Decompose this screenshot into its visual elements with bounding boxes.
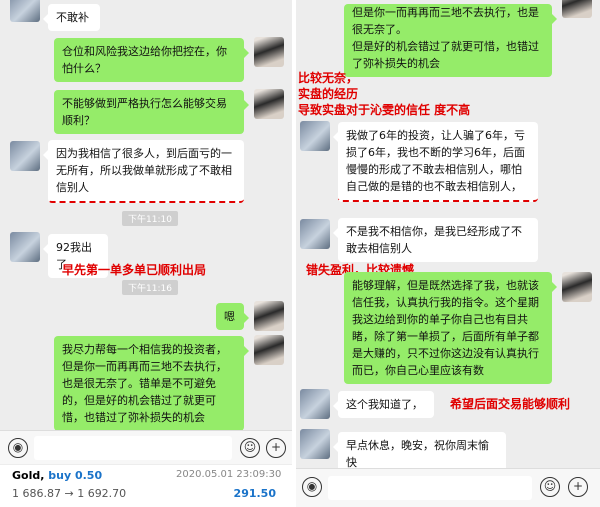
contact-avatar[interactable]: [300, 429, 330, 459]
plus-icon[interactable]: +: [266, 438, 286, 458]
contact-avatar[interactable]: [10, 141, 40, 171]
message-bubble-outgoing: 能够理解，但是既然选择了我，也就该信任我，认真执行我的指令。这个星期我这边给到你…: [344, 272, 557, 384]
message-bubble-outgoing: 我尽力帮每一个相信我的投资者，但是你一而再再而三地不去执行，也是很无奈了。错单是…: [54, 336, 249, 431]
annotation-trust: 导致实盘对于沁雯的信任 度不高: [298, 103, 471, 117]
message-bubble-incoming: 我做了6年的投资，让人骗了6年，亏损了6年，我也不断的学习6年，后面慢慢的形成了…: [333, 122, 538, 202]
trade-symbol: Gold,: [12, 469, 45, 482]
message-bubble-outgoing: 不能够做到严格执行怎么能够交易顺利？: [54, 90, 249, 134]
message-bubble-incoming: 不是我不相信你，是我已经形成了不敢去相信别人: [333, 218, 538, 262]
annotation-first-order: 早先第一单多单已顺利出局: [62, 263, 207, 277]
trade-record: Gold, buy 0.50 1 686.87 → 1 692.70 2020.…: [0, 465, 292, 507]
trade-prices: 1 686.87 → 1 692.70: [12, 487, 127, 500]
trade-side: buy 0.50: [48, 469, 103, 482]
plus-icon[interactable]: +: [568, 477, 588, 497]
timestamp: 下午11:10: [122, 211, 178, 226]
timestamp: 下午11:16: [122, 280, 178, 295]
message-bubble-outgoing: 但是你一而再再而三地不去执行，也是很无奈了。 但是好的机会错过了就更可惜，也错过…: [344, 4, 557, 77]
message-bubble-outgoing: 嗯: [216, 303, 249, 330]
message-bubble-incoming: 这个我知道了，: [333, 391, 434, 418]
annotation-hope: 希望后面交易能够顺利: [450, 397, 571, 411]
self-avatar[interactable]: [254, 335, 284, 365]
voice-icon[interactable]: ◉: [8, 438, 28, 458]
self-avatar[interactable]: [562, 0, 592, 18]
message-bubble-incoming: 因为我相信了很多人，到后面亏的一无所有，所以我做单就形成了不敢相信别人: [43, 140, 244, 203]
chat-panel-right: 但是你一而再再而三地不去执行，也是很无奈了。 但是好的机会错过了就更可惜，也错过…: [296, 0, 600, 507]
emoji-icon[interactable]: ☺: [240, 438, 260, 458]
message-bubble-outgoing: 仓位和风险我这边给你把控在，你怕什么？: [54, 38, 249, 82]
voice-icon[interactable]: ◉: [302, 477, 322, 497]
annotation-experience: 实盘的经历: [298, 87, 359, 101]
contact-avatar[interactable]: [10, 232, 40, 262]
self-avatar[interactable]: [254, 37, 284, 67]
trade-datetime: 2020.05.01 23:09:30: [176, 469, 282, 480]
input-bar: ◉ ☺ +: [0, 430, 292, 464]
self-avatar[interactable]: [562, 272, 592, 302]
contact-avatar[interactable]: [300, 121, 330, 151]
trade-profit: 291.50: [233, 487, 276, 500]
contact-avatar[interactable]: [300, 389, 330, 419]
self-avatar[interactable]: [254, 89, 284, 119]
annotation-helpless: 比较无奈，: [298, 71, 359, 85]
message-input[interactable]: [34, 436, 232, 460]
contact-avatar[interactable]: [300, 219, 330, 249]
emoji-icon[interactable]: ☺: [540, 477, 560, 497]
message-input[interactable]: [328, 476, 532, 500]
chat-panel-left: 不敢补 仓位和风险我这边给你把控在，你怕什么？ 不能够做到严格执行怎么能够交易顺…: [0, 0, 292, 507]
input-bar: ◉ ☺ +: [296, 468, 600, 507]
message-bubble-incoming: 不敢补: [43, 4, 100, 31]
contact-avatar[interactable]: [10, 0, 40, 22]
self-avatar[interactable]: [254, 301, 284, 331]
